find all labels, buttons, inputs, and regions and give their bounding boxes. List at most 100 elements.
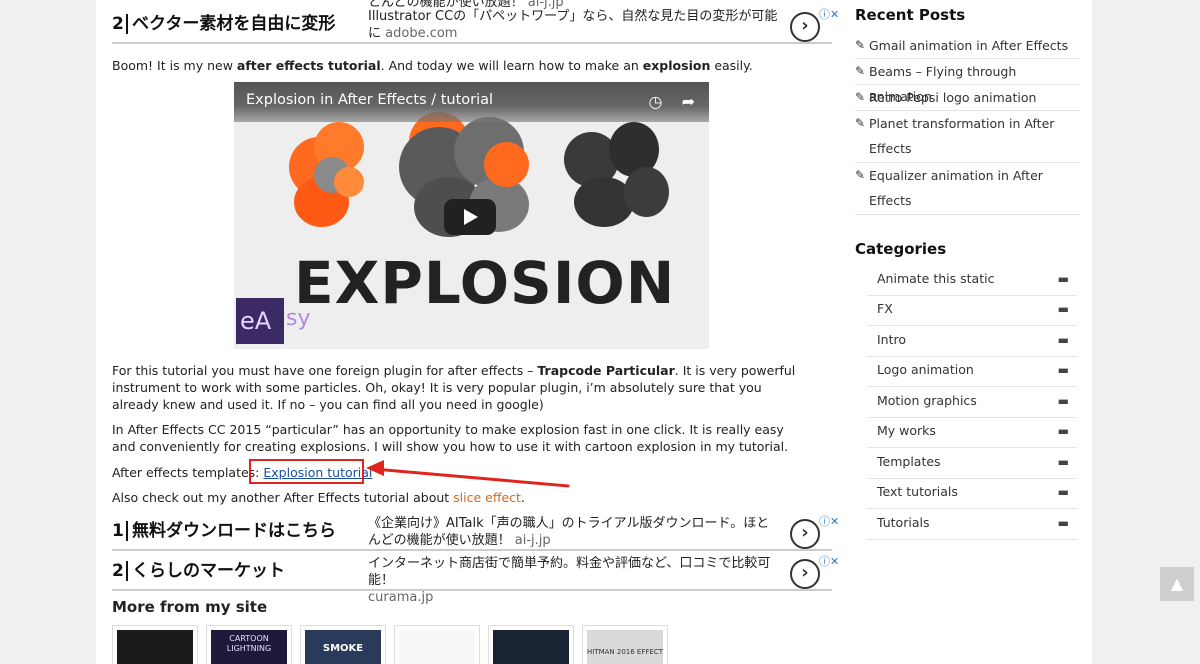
explosion-blob <box>334 167 364 197</box>
also-check-line: Also check out my another After Effects … <box>112 489 802 506</box>
ad-domain: adobe.com <box>385 26 458 41</box>
intro-text-2: . And today we will learn how to make an <box>380 58 643 73</box>
ad-desc-text: 《企業向け》AITalk「声の職人」のトライアル版ダウンロード。ほとんどの機能が… <box>368 516 770 548</box>
recent-post-item[interactable]: ✎ Planet transformation in After Effects <box>855 111 1080 163</box>
watch-later-icon[interactable]: ◷ <box>649 92 663 111</box>
ad-title[interactable]: 無料ダウンロードはこちら <box>126 521 336 541</box>
recent-post-item[interactable]: ✎ Retro Pepsi logo animation <box>855 85 1080 111</box>
recent-post-link-cont[interactable]: Effects <box>869 193 912 208</box>
ad-close-icon[interactable]: ⓘ✕ <box>819 6 839 22</box>
ad-description[interactable]: 《企業向け》AITalk「声の職人」のトライアル版ダウンロード。ほとんどの機能が… <box>368 515 780 549</box>
ad-number: 2 <box>112 561 124 581</box>
intro-text-1: Boom! It is my new <box>112 58 237 73</box>
related-post-thumb[interactable]: CARTOON LIGHTNING <box>206 625 292 664</box>
ad-close-icon[interactable]: ⓘ✕ <box>819 553 839 569</box>
related-post-thumb[interactable]: SMOKE <box>300 625 386 664</box>
category-item[interactable]: Animate this static ▬ <box>867 266 1077 296</box>
category-item[interactable]: Logo animation ▬ <box>867 357 1077 387</box>
folder-icon: ▬ <box>1057 272 1069 286</box>
youtube-video-embed[interactable]: Explosion in After Effects / tutorial ◷ … <box>234 82 709 349</box>
recent-post-item[interactable]: ✎ Gmail animation in After Effects <box>855 33 1080 59</box>
share-icon[interactable]: ➦ <box>682 92 695 111</box>
ad-title[interactable]: ベクター素材を自由に変形 <box>126 14 335 34</box>
categories-title: Categories <box>855 240 947 258</box>
folder-icon: ▬ <box>1057 333 1069 347</box>
category-link[interactable]: My works <box>877 423 936 438</box>
ad-number: 2 <box>112 14 124 34</box>
category-item[interactable]: Motion graphics ▬ <box>867 388 1077 418</box>
play-button[interactable] <box>444 199 496 235</box>
category-link[interactable]: Intro <box>877 332 906 347</box>
thumb-label: SMOKE <box>305 630 381 664</box>
particular-paragraph: In After Effects CC 2015 “particular” ha… <box>112 422 789 454</box>
category-link[interactable]: Templates <box>877 454 941 469</box>
pencil-icon: ✎ <box>855 38 866 52</box>
recent-post-link-cont[interactable]: Effects <box>869 141 912 156</box>
pencil-icon: ✎ <box>855 116 866 130</box>
category-item[interactable]: FX ▬ <box>867 296 1077 326</box>
templates-label: After effects templates: <box>112 465 264 480</box>
related-post-thumb[interactable] <box>112 625 198 664</box>
also-period: . <box>520 490 525 505</box>
ad-go-button[interactable]: › <box>790 519 820 549</box>
para1-bold: Trapcode Particular <box>537 363 675 378</box>
ad-number: 1 <box>112 521 124 541</box>
recent-post-link[interactable]: Retro Pepsi logo animation <box>869 90 1036 105</box>
annotation-highlight-box <box>249 459 364 484</box>
ad-title[interactable]: くらしのマーケット <box>126 561 285 581</box>
ad-description[interactable]: インターネット商店街で簡単予約。料金や評価など、口コミで比較可能！ curama… <box>368 555 780 606</box>
intro-bold-1: after effects tutorial <box>236 58 381 73</box>
slice-effect-link[interactable]: slice effect <box>453 490 521 505</box>
folder-icon: ▬ <box>1057 363 1069 377</box>
folder-icon: ▬ <box>1057 424 1069 438</box>
ad-row-1[interactable]: 2 ベクター素材を自由に変形 Illustrator CCの「パペットワープ」な… <box>112 6 839 44</box>
ad-close-icon[interactable]: ⓘ✕ <box>819 513 839 529</box>
folder-icon: ▬ <box>1057 485 1069 499</box>
channel-logo-suffix: sy <box>286 306 311 331</box>
ad-go-button[interactable]: › <box>790 12 820 42</box>
recent-post-link[interactable]: Gmail animation in After Effects <box>869 38 1068 53</box>
video-title[interactable]: Explosion in After Effects / tutorial <box>246 92 493 108</box>
related-post-thumb[interactable] <box>394 625 480 664</box>
ad-domain: ai-j.jp <box>514 533 551 548</box>
category-item[interactable]: Intro ▬ <box>867 327 1077 357</box>
recent-post-link[interactable]: Equalizer animation in After <box>869 168 1043 183</box>
intro-paragraph: Boom! It is my new after effects tutoria… <box>112 57 802 74</box>
ad-desc-text: インターネット商店街で簡単予約。料金や評価など、口コミで比較可能！ <box>368 556 771 588</box>
recent-post-item[interactable]: ✎ Equalizer animation in After Effects <box>855 163 1080 215</box>
related-post-thumb[interactable] <box>488 625 574 664</box>
category-item[interactable]: Tutorials ▬ <box>867 510 1077 540</box>
related-post-thumb[interactable]: HITMAN 2016 EFFECT <box>582 625 668 664</box>
intro-bold-2: explosion <box>642 58 711 73</box>
recent-posts-title: Recent Posts <box>855 6 966 24</box>
category-link[interactable]: Motion graphics <box>877 393 977 408</box>
category-item[interactable]: Templates ▬ <box>867 449 1077 479</box>
para1-text-1: For this tutorial you must have one fore… <box>112 363 538 378</box>
more-from-site-title: More from my site <box>112 598 268 616</box>
folder-icon: ▬ <box>1057 455 1069 469</box>
ad-go-button[interactable]: › <box>790 559 820 589</box>
intro-text-3: easily. <box>710 58 753 73</box>
folder-icon: ▬ <box>1057 516 1069 530</box>
folder-icon: ▬ <box>1057 302 1069 316</box>
recent-post-item[interactable]: ✎ Beams – Flying through animation <box>855 59 1080 104</box>
category-item[interactable]: Text tutorials ▬ <box>867 479 1077 509</box>
pencil-icon: ✎ <box>855 90 866 104</box>
channel-logo: eA <box>236 298 284 344</box>
ad-row-2[interactable]: 1 無料ダウンロードはこちら 《企業向け》AITalk「声の職人」のトライアル版… <box>112 513 839 551</box>
explosion-blob <box>484 142 529 187</box>
category-link[interactable]: Tutorials <box>877 515 929 530</box>
category-link[interactable]: Logo animation <box>877 362 974 377</box>
recent-post-link[interactable]: Planet transformation in After <box>869 116 1054 131</box>
category-link[interactable]: Text tutorials <box>877 484 958 499</box>
category-item[interactable]: My works ▬ <box>867 418 1077 448</box>
thumb-label: CARTOON LIGHTNING <box>211 630 287 664</box>
ad-row-3[interactable]: 2 くらしのマーケット インターネット商店街で簡単予約。料金や評価など、口コミで… <box>112 553 839 605</box>
ad-description[interactable]: Illustrator CCの「パペットワープ」なら、自然な見た目の変形が可能に… <box>368 8 780 42</box>
video-controls: ◷ ➦ <box>649 92 695 111</box>
category-link[interactable]: FX <box>877 301 893 316</box>
scroll-to-top-button[interactable]: ▲ <box>1160 567 1194 601</box>
thumb-label: HITMAN 2016 EFFECT <box>587 630 663 664</box>
category-link[interactable]: Animate this static <box>877 271 994 286</box>
pencil-icon: ✎ <box>855 64 866 78</box>
